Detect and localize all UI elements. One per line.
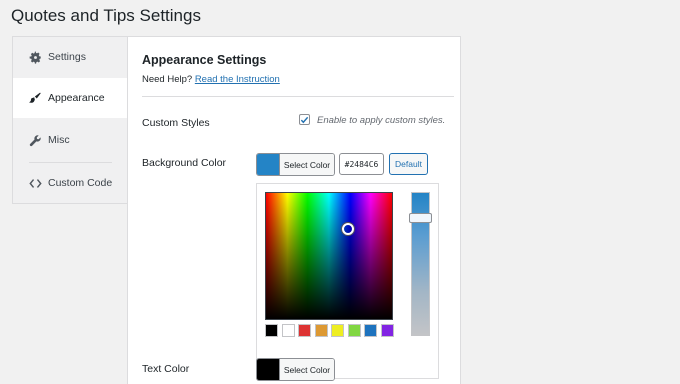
strip-handle[interactable] — [409, 213, 432, 223]
panel-title: Appearance Settings — [142, 53, 267, 67]
checkmark-icon — [300, 116, 309, 123]
background-color-swatch — [257, 154, 279, 175]
tab-settings-label: Settings — [48, 51, 86, 63]
background-default-button[interactable]: Default — [389, 153, 428, 175]
color-picker — [256, 183, 439, 379]
color-palette — [265, 324, 394, 337]
text-select-color-label: Select Color — [279, 359, 334, 380]
appearance-panel: Appearance Settings Need Help? Read the … — [127, 36, 461, 384]
text-color-label: Text Color — [142, 363, 190, 375]
background-select-color-button[interactable]: Select Color — [256, 153, 335, 176]
custom-styles-description: Enable to apply custom styles. — [317, 115, 446, 126]
custom-styles-label: Custom Styles — [142, 117, 210, 129]
tab-misc[interactable]: Misc — [13, 120, 128, 160]
spectrum-handle[interactable] — [342, 223, 354, 235]
page-title: Quotes and Tips Settings — [11, 6, 201, 25]
help-text: Need Help? Read the Instruction — [142, 74, 280, 85]
background-color-label: Background Color — [142, 157, 227, 169]
tab-appearance-label: Appearance — [48, 92, 105, 104]
gear-icon — [29, 51, 42, 64]
palette-swatch[interactable] — [364, 324, 377, 337]
palette-swatch[interactable] — [347, 324, 361, 337]
palette-swatch[interactable] — [298, 324, 311, 337]
background-select-color-label: Select Color — [279, 154, 334, 175]
wrench-icon — [29, 134, 42, 147]
tab-appearance[interactable]: Appearance — [13, 78, 129, 118]
tab-custom-code-label: Custom Code — [48, 177, 113, 189]
paintbrush-icon — [29, 92, 42, 105]
tab-misc-label: Misc — [48, 134, 70, 146]
color-strip-slider[interactable] — [409, 192, 432, 336]
text-select-color-button[interactable]: Select Color — [256, 358, 335, 381]
color-spectrum[interactable] — [265, 192, 393, 320]
custom-styles-checkbox[interactable] — [299, 114, 310, 125]
help-prefix: Need Help? — [142, 74, 193, 85]
tab-settings[interactable]: Settings — [13, 37, 128, 77]
palette-swatch[interactable] — [265, 324, 278, 337]
palette-swatch[interactable] — [314, 324, 328, 337]
background-hex-input[interactable]: #2484C6 — [339, 153, 384, 175]
text-color-swatch — [257, 359, 279, 380]
palette-swatch[interactable] — [331, 324, 344, 337]
palette-swatch[interactable] — [281, 324, 295, 337]
instruction-link[interactable]: Read the Instruction — [195, 74, 280, 85]
panel-divider — [142, 96, 454, 97]
tab-custom-code[interactable]: Custom Code — [13, 163, 128, 203]
palette-swatch[interactable] — [380, 324, 394, 337]
code-icon — [29, 177, 42, 190]
settings-tabs: Settings Appearance Misc Custom Code — [12, 36, 129, 204]
